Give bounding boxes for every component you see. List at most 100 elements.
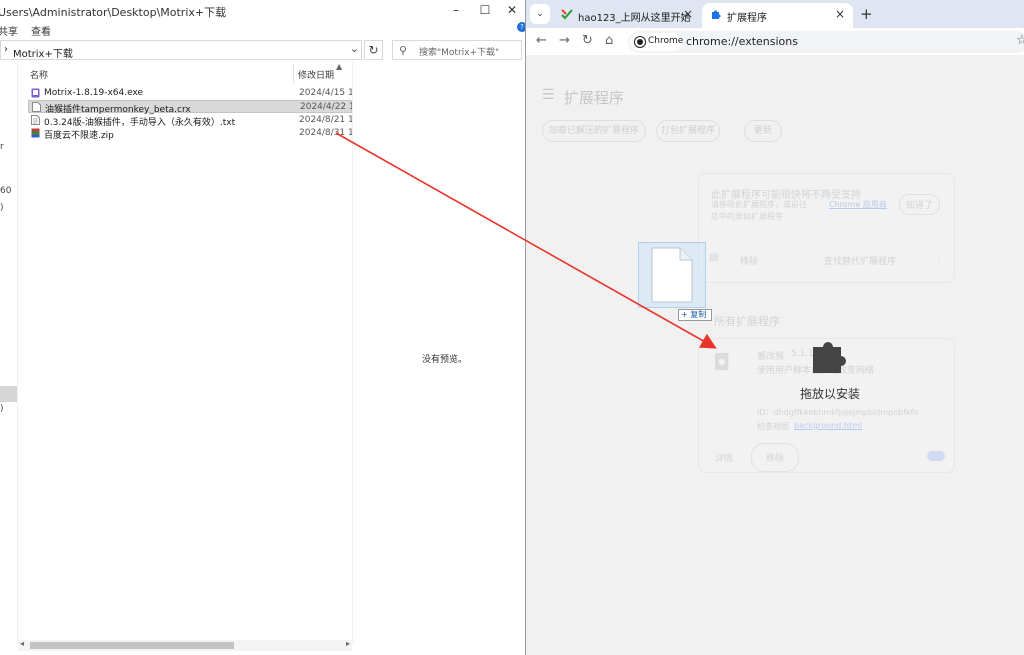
scroll-right-icon[interactable]: ▸: [346, 639, 350, 648]
chrome-window: ⌄ hao123_上网从这里开始 × 扩展程序 × + ← → ↻ ⌂ Chro…: [525, 0, 1024, 655]
tab-strip: ⌄ hao123_上网从这里开始 × 扩展程序 × +: [526, 0, 1024, 28]
column-header-name[interactable]: 名称: [30, 68, 48, 81]
sort-up-icon: ▲: [336, 62, 343, 71]
puzzle-favicon-icon: [712, 10, 721, 19]
nav-item[interactable]: ): [0, 404, 4, 414]
file-name: 百度云不限速.zip: [44, 131, 114, 141]
extension-id: ID：dhdgffkkebhmkfjojejmpbldmpobfkfo: [757, 408, 919, 417]
explorer-title-bar: Users\Administrator\Desktop\Motrix+下载 – …: [0, 0, 525, 20]
file-icon: [651, 247, 693, 303]
column-divider[interactable]: [293, 64, 294, 84]
tampermonkey-icon: ◘: [713, 351, 731, 376]
deprecation-body-2: 店中的类似扩展程序: [711, 212, 783, 221]
ribbon-tab-share[interactable]: 共享: [0, 23, 18, 38]
file-name: Motrix-1.8.19-x64.exe: [44, 88, 144, 98]
store-icon: ▤: [709, 252, 719, 263]
address-bar[interactable]: › Motrix+下载 ⌄: [0, 40, 362, 60]
help-icon[interactable]: ?: [517, 22, 525, 32]
nav-item[interactable]: 60: [0, 186, 11, 196]
bookmark-star-icon[interactable]: ☆: [1016, 33, 1024, 48]
new-tab-button[interactable]: +: [860, 5, 873, 23]
close-tab-icon[interactable]: ×: [835, 7, 845, 21]
chevron-down-icon[interactable]: ⌄: [350, 42, 359, 55]
horizontal-scrollbar[interactable]: ◂ ▸: [18, 639, 352, 651]
details-button[interactable]: 详情: [715, 451, 733, 464]
txt-icon: [31, 115, 40, 125]
file-icon: [32, 102, 41, 112]
column-header-modified[interactable]: 修改日期: [298, 68, 334, 81]
nav-item[interactable]: r: [0, 142, 4, 152]
file-date: 2024/4/15 17:: [299, 88, 352, 98]
site-info-chip[interactable]: Chrome: [630, 33, 684, 51]
browser-toolbar: ← → ↻ ⌂ Chrome chrome://extensions ☆: [526, 28, 1024, 55]
file-date: 2024/4/22 18:: [300, 102, 353, 112]
chip-label: Chrome: [648, 36, 684, 46]
omnibox[interactable]: Chrome chrome://extensions: [628, 31, 1024, 53]
page-header: ☰ 扩展程序: [526, 75, 1024, 111]
search-input[interactable]: ⚲ 搜索"Motrix+下载": [392, 40, 522, 60]
copy-tooltip: + 复制: [678, 309, 712, 321]
chrome-logo-icon: [635, 37, 645, 47]
extension-name: 篡改猴: [757, 352, 785, 362]
section-title: 所有扩展程序: [714, 315, 780, 328]
address-path: Motrix+下载: [13, 49, 73, 60]
file-list: ▲ 名称 修改日期 Motrix-1.8.19-x64.exe 2024/4/1…: [28, 62, 353, 640]
scrollbar-thumb[interactable]: [30, 642, 234, 649]
deprecation-card: 此扩展程序可能很快将不再受支持 请移除此扩展程序，或前往 Chrome 应用商 …: [698, 173, 955, 283]
file-row[interactable]: Motrix-1.8.19-x64.exe 2024/4/15 17:: [28, 87, 352, 100]
dragged-file-ghost: [638, 242, 706, 308]
file-explorer-window: Users\Administrator\Desktop\Motrix+下载 – …: [0, 0, 525, 655]
hao123-favicon-icon: [561, 9, 573, 20]
ribbon-tabs: 共享 查看: [0, 20, 525, 38]
file-date: 2024/8/31 11:: [299, 128, 352, 138]
preview-placeholder: 没有预览。: [422, 355, 468, 365]
find-alternative-button[interactable]: 查找替代扩展程序: [824, 254, 896, 267]
deprecation-body: 请移除此扩展程序，或前往: [711, 200, 807, 209]
search-placeholder: 搜索"Motrix+下载": [419, 48, 500, 58]
back-button[interactable]: ←: [536, 33, 547, 48]
zip-icon: [31, 128, 40, 138]
puzzle-icon: [813, 342, 846, 373]
tab-title: 扩展程序: [727, 13, 767, 24]
preview-pane: 没有预览。: [352, 62, 525, 642]
inspect-label: 检查视图: [757, 422, 789, 431]
nav-item-selected[interactable]: [0, 386, 17, 402]
tab-title: hao123_上网从这里开始: [578, 13, 691, 24]
navigation-pane[interactable]: r 60 ) ): [0, 64, 18, 644]
load-unpacked-button[interactable]: 加载已解压的扩展程序: [542, 120, 646, 142]
reload-button[interactable]: ↻: [582, 33, 593, 48]
enable-toggle[interactable]: [927, 451, 945, 461]
tab-hao123[interactable]: hao123_上网从这里开始 ×: [553, 3, 701, 28]
more-options-icon[interactable]: ⋮: [934, 253, 943, 263]
scroll-left-icon[interactable]: ◂: [20, 639, 24, 648]
ribbon-tab-view[interactable]: 查看: [31, 23, 51, 38]
close-button[interactable]: ✕: [500, 2, 524, 18]
extensions-page: ☰ 扩展程序 加载已解压的扩展程序 打包扩展程序 更新 此扩展程序可能很快将不再…: [526, 55, 1024, 655]
file-row[interactable]: 0.3.24版-油猴插件，手动导入（永久有效）.txt 2024/8/21 13…: [28, 114, 352, 128]
search-icon: ⚲: [399, 44, 408, 57]
home-button[interactable]: ⌂: [605, 33, 613, 48]
close-tab-icon[interactable]: ×: [683, 7, 693, 21]
drop-to-install-label: 拖放以安装: [800, 387, 861, 401]
tab-extensions[interactable]: 扩展程序 ×: [702, 3, 853, 28]
file-row-selected[interactable]: 油猴插件tampermonkey_beta.crx 2024/4/22 18:: [28, 100, 353, 115]
inspect-link[interactable]: background.html: [794, 421, 862, 430]
minimize-button[interactable]: –: [444, 2, 468, 18]
window-title: Users\Administrator\Desktop\Motrix+下载: [0, 6, 227, 19]
nav-item[interactable]: ): [0, 203, 4, 213]
url-text: chrome://extensions: [686, 35, 798, 48]
exe-icon: [31, 88, 40, 98]
tab-search-button[interactable]: ⌄: [530, 4, 550, 24]
dismiss-button[interactable]: 知道了: [899, 194, 941, 215]
forward-button[interactable]: →: [559, 33, 570, 48]
store-link[interactable]: Chrome 应用商: [829, 199, 887, 210]
refresh-button[interactable]: ↻: [364, 40, 383, 60]
remove-button[interactable]: 移除: [751, 443, 800, 472]
menu-icon[interactable]: ☰: [542, 87, 555, 103]
file-row[interactable]: 百度云不限速.zip 2024/8/31 11:: [28, 127, 352, 141]
update-button[interactable]: 更新: [744, 120, 782, 142]
address-bar-row: › Motrix+下载 ⌄ ↻ ⚲ 搜索"Motrix+下载": [0, 40, 525, 62]
maximize-button[interactable]: ☐: [473, 2, 497, 18]
pack-extension-button[interactable]: 打包扩展程序: [656, 120, 720, 142]
remove-link[interactable]: 移除: [740, 254, 758, 267]
